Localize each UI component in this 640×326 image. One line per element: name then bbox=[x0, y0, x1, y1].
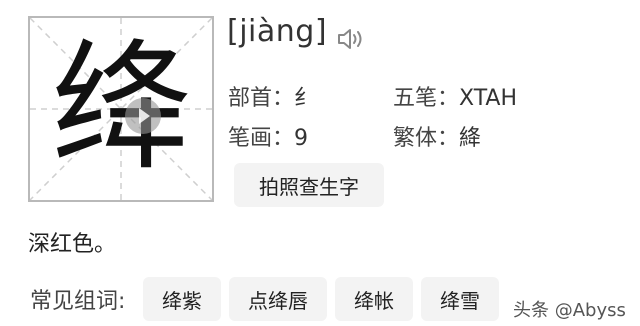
play-icon[interactable] bbox=[125, 98, 161, 134]
strokes-value: 9 bbox=[294, 126, 309, 151]
traditional-row: 繁体：絳 bbox=[393, 120, 481, 152]
common-words-label: 常见组词: bbox=[30, 289, 126, 314]
character-grid: 绛 bbox=[28, 16, 214, 202]
word-chip[interactable]: 绛帐 bbox=[335, 277, 413, 321]
traditional-value: 絳 bbox=[459, 126, 482, 151]
wubi-value: XTAH bbox=[459, 86, 518, 111]
strokes-label: 笔画： bbox=[228, 126, 295, 151]
radical-value: 纟 bbox=[294, 86, 317, 111]
speaker-icon[interactable] bbox=[337, 26, 365, 52]
radical-label: 部首： bbox=[228, 86, 295, 111]
word-chip[interactable]: 绛紫 bbox=[143, 277, 221, 321]
strokes-row: 笔画：9 bbox=[228, 120, 308, 152]
definition-text: 深红色。 bbox=[28, 232, 117, 257]
main-character: 绛 bbox=[50, 27, 191, 190]
watermark: 头条 @Abyss bbox=[513, 300, 626, 321]
photo-search-button[interactable]: 拍照查生字 bbox=[234, 163, 384, 207]
wubi-row: 五笔：XTAH bbox=[393, 80, 517, 112]
word-chip[interactable]: 绛雪 bbox=[421, 277, 499, 321]
pinyin: [jiàng] bbox=[227, 14, 328, 49]
wubi-label: 五笔： bbox=[393, 86, 460, 111]
radical-row: 部首：纟 bbox=[228, 80, 316, 112]
word-chip[interactable]: 点绛唇 bbox=[229, 277, 327, 321]
traditional-label: 繁体： bbox=[393, 126, 460, 151]
